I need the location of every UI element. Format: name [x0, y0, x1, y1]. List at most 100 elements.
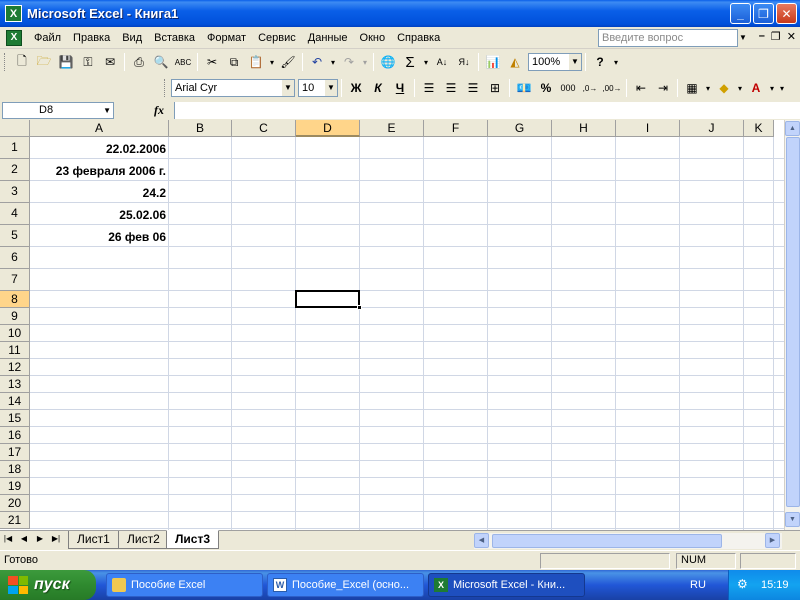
- format-painter-icon[interactable]: 🖌: [277, 51, 299, 73]
- undo-icon[interactable]: ↶: [306, 51, 328, 73]
- column-header-e[interactable]: E: [360, 120, 424, 137]
- font-size-dropdown-icon[interactable]: ▼: [325, 80, 337, 96]
- help-dropdown-icon[interactable]: ▼: [738, 29, 748, 47]
- fill-handle[interactable]: [357, 305, 362, 310]
- font-dropdown-icon[interactable]: ▼: [282, 80, 294, 96]
- bold-button[interactable]: Ж: [345, 77, 367, 99]
- row-header-15[interactable]: 15: [0, 410, 30, 427]
- merge-center-icon[interactable]: ⊞: [484, 77, 506, 99]
- drawing-icon[interactable]: ◭: [504, 51, 526, 73]
- menu-insert[interactable]: Вставка: [148, 28, 201, 48]
- workbook-close-icon[interactable]: ✕: [787, 30, 796, 43]
- percent-button[interactable]: %: [535, 77, 557, 99]
- zoom-select[interactable]: 100% ▼: [528, 53, 582, 71]
- insert-function-icon[interactable]: fx: [154, 103, 164, 118]
- language-indicator[interactable]: RU: [690, 579, 706, 591]
- sheet-tab-1[interactable]: Лист1: [68, 531, 119, 549]
- taskbar-item-word[interactable]: W Пособие_Excel (осно...: [267, 573, 424, 597]
- underline-button[interactable]: Ч: [389, 77, 411, 99]
- taskbar-item-folder[interactable]: Пособие Excel: [106, 573, 263, 597]
- increase-indent-icon[interactable]: ⇥: [652, 77, 674, 99]
- column-header-h[interactable]: H: [552, 120, 616, 137]
- fill-color-icon[interactable]: ◆: [713, 77, 735, 99]
- row-header-7[interactable]: 7: [0, 269, 30, 291]
- workbook-minimize-icon[interactable]: –: [759, 30, 765, 43]
- paste-icon[interactable]: 📋: [245, 51, 267, 73]
- column-header-g[interactable]: G: [488, 120, 552, 137]
- help-icon[interactable]: ?: [589, 51, 611, 73]
- menu-tools[interactable]: Сервис: [252, 28, 302, 48]
- row-header-17[interactable]: 17: [0, 444, 30, 461]
- column-header-a[interactable]: A: [30, 120, 169, 137]
- cut-icon[interactable]: ✂: [201, 51, 223, 73]
- menu-format[interactable]: Формат: [201, 28, 252, 48]
- prev-sheet-icon[interactable]: ◀: [18, 534, 30, 543]
- column-header-j[interactable]: J: [680, 120, 744, 137]
- sort-ascending-icon[interactable]: A↓: [431, 51, 453, 73]
- row-header-18[interactable]: 18: [0, 461, 30, 478]
- toolbar-grip[interactable]: [4, 53, 8, 71]
- start-button[interactable]: пуск: [0, 570, 96, 600]
- select-all-corner[interactable]: [0, 120, 30, 137]
- minimize-button[interactable]: _: [730, 3, 751, 24]
- row-header-20[interactable]: 20: [0, 495, 30, 512]
- row-header-5[interactable]: 5: [0, 225, 30, 247]
- email-icon[interactable]: ✉: [99, 51, 121, 73]
- scroll-up-icon[interactable]: ▲: [785, 121, 800, 136]
- copy-icon[interactable]: ⧉: [223, 51, 245, 73]
- font-color-icon[interactable]: A: [745, 77, 767, 99]
- next-sheet-icon[interactable]: ▶: [34, 534, 46, 543]
- row-header-14[interactable]: 14: [0, 393, 30, 410]
- save-icon[interactable]: 💾: [55, 51, 77, 73]
- open-folder-icon[interactable]: 🗁: [33, 51, 55, 73]
- column-header-b[interactable]: B: [169, 120, 232, 137]
- column-header-f[interactable]: F: [424, 120, 488, 137]
- sheet-tab-3[interactable]: Лист3: [166, 530, 220, 549]
- new-document-icon[interactable]: 🗋: [11, 51, 33, 73]
- active-cell-selection[interactable]: [295, 290, 362, 310]
- decrease-decimal-icon[interactable]: ,00→: [601, 77, 623, 99]
- column-header-c[interactable]: C: [232, 120, 296, 137]
- italic-button[interactable]: К: [367, 77, 389, 99]
- align-right-icon[interactable]: ☰: [462, 77, 484, 99]
- row-header-19[interactable]: 19: [0, 478, 30, 495]
- undo-dropdown-icon[interactable]: ▾: [328, 51, 338, 73]
- name-box[interactable]: D8 ▼: [2, 102, 114, 119]
- chart-wizard-icon[interactable]: 📊: [482, 51, 504, 73]
- row-header-21[interactable]: 21: [0, 512, 30, 529]
- currency-icon[interactable]: 💶: [513, 77, 535, 99]
- row-header-4[interactable]: 4: [0, 203, 30, 225]
- vertical-scroll-thumb[interactable]: [786, 137, 800, 507]
- align-center-icon[interactable]: ☰: [440, 77, 462, 99]
- autosum-icon[interactable]: Σ: [399, 51, 421, 73]
- borders-dropdown-icon[interactable]: ▾: [703, 77, 713, 99]
- align-left-icon[interactable]: ☰: [418, 77, 440, 99]
- workbook-icon[interactable]: X: [6, 29, 22, 46]
- name-box-dropdown-icon[interactable]: ▼: [103, 103, 111, 118]
- zoom-dropdown-icon[interactable]: ▼: [569, 54, 581, 70]
- network-icon[interactable]: ⚙: [737, 577, 753, 593]
- column-header-d[interactable]: D: [296, 120, 360, 137]
- autosum-dropdown-icon[interactable]: ▾: [421, 51, 431, 73]
- menu-help[interactable]: Справка: [391, 28, 446, 48]
- worksheet-grid[interactable]: A B C D E F G H I J K 1 2 3 4 5 6 7 8 9 10 11 12 13 14 15 16 17 18 19…: [0, 120, 784, 530]
- menu-data[interactable]: Данные: [302, 28, 354, 48]
- fill-color-dropdown-icon[interactable]: ▾: [735, 77, 745, 99]
- permission-icon[interactable]: ⚿: [77, 51, 99, 73]
- menu-view[interactable]: Вид: [116, 28, 148, 48]
- menu-window[interactable]: Окно: [354, 28, 392, 48]
- toolbar-grip[interactable]: [164, 79, 168, 97]
- redo-icon[interactable]: ↷: [338, 51, 360, 73]
- formula-input[interactable]: [174, 102, 800, 119]
- scroll-right-icon[interactable]: ▶: [765, 533, 780, 548]
- excel-app-icon[interactable]: X: [5, 5, 22, 22]
- increase-decimal-icon[interactable]: ,0→: [579, 77, 601, 99]
- redo-dropdown-icon[interactable]: ▾: [360, 51, 370, 73]
- hyperlink-icon[interactable]: 🌐: [377, 51, 399, 73]
- row-header-10[interactable]: 10: [0, 325, 30, 342]
- cell-a5[interactable]: 26 фев 06: [30, 225, 169, 247]
- print-preview-icon[interactable]: 🔍: [150, 51, 172, 73]
- sheet-tab-2[interactable]: Лист2: [118, 531, 169, 549]
- row-header-8[interactable]: 8: [0, 291, 30, 308]
- restore-button[interactable]: ❐: [753, 3, 774, 24]
